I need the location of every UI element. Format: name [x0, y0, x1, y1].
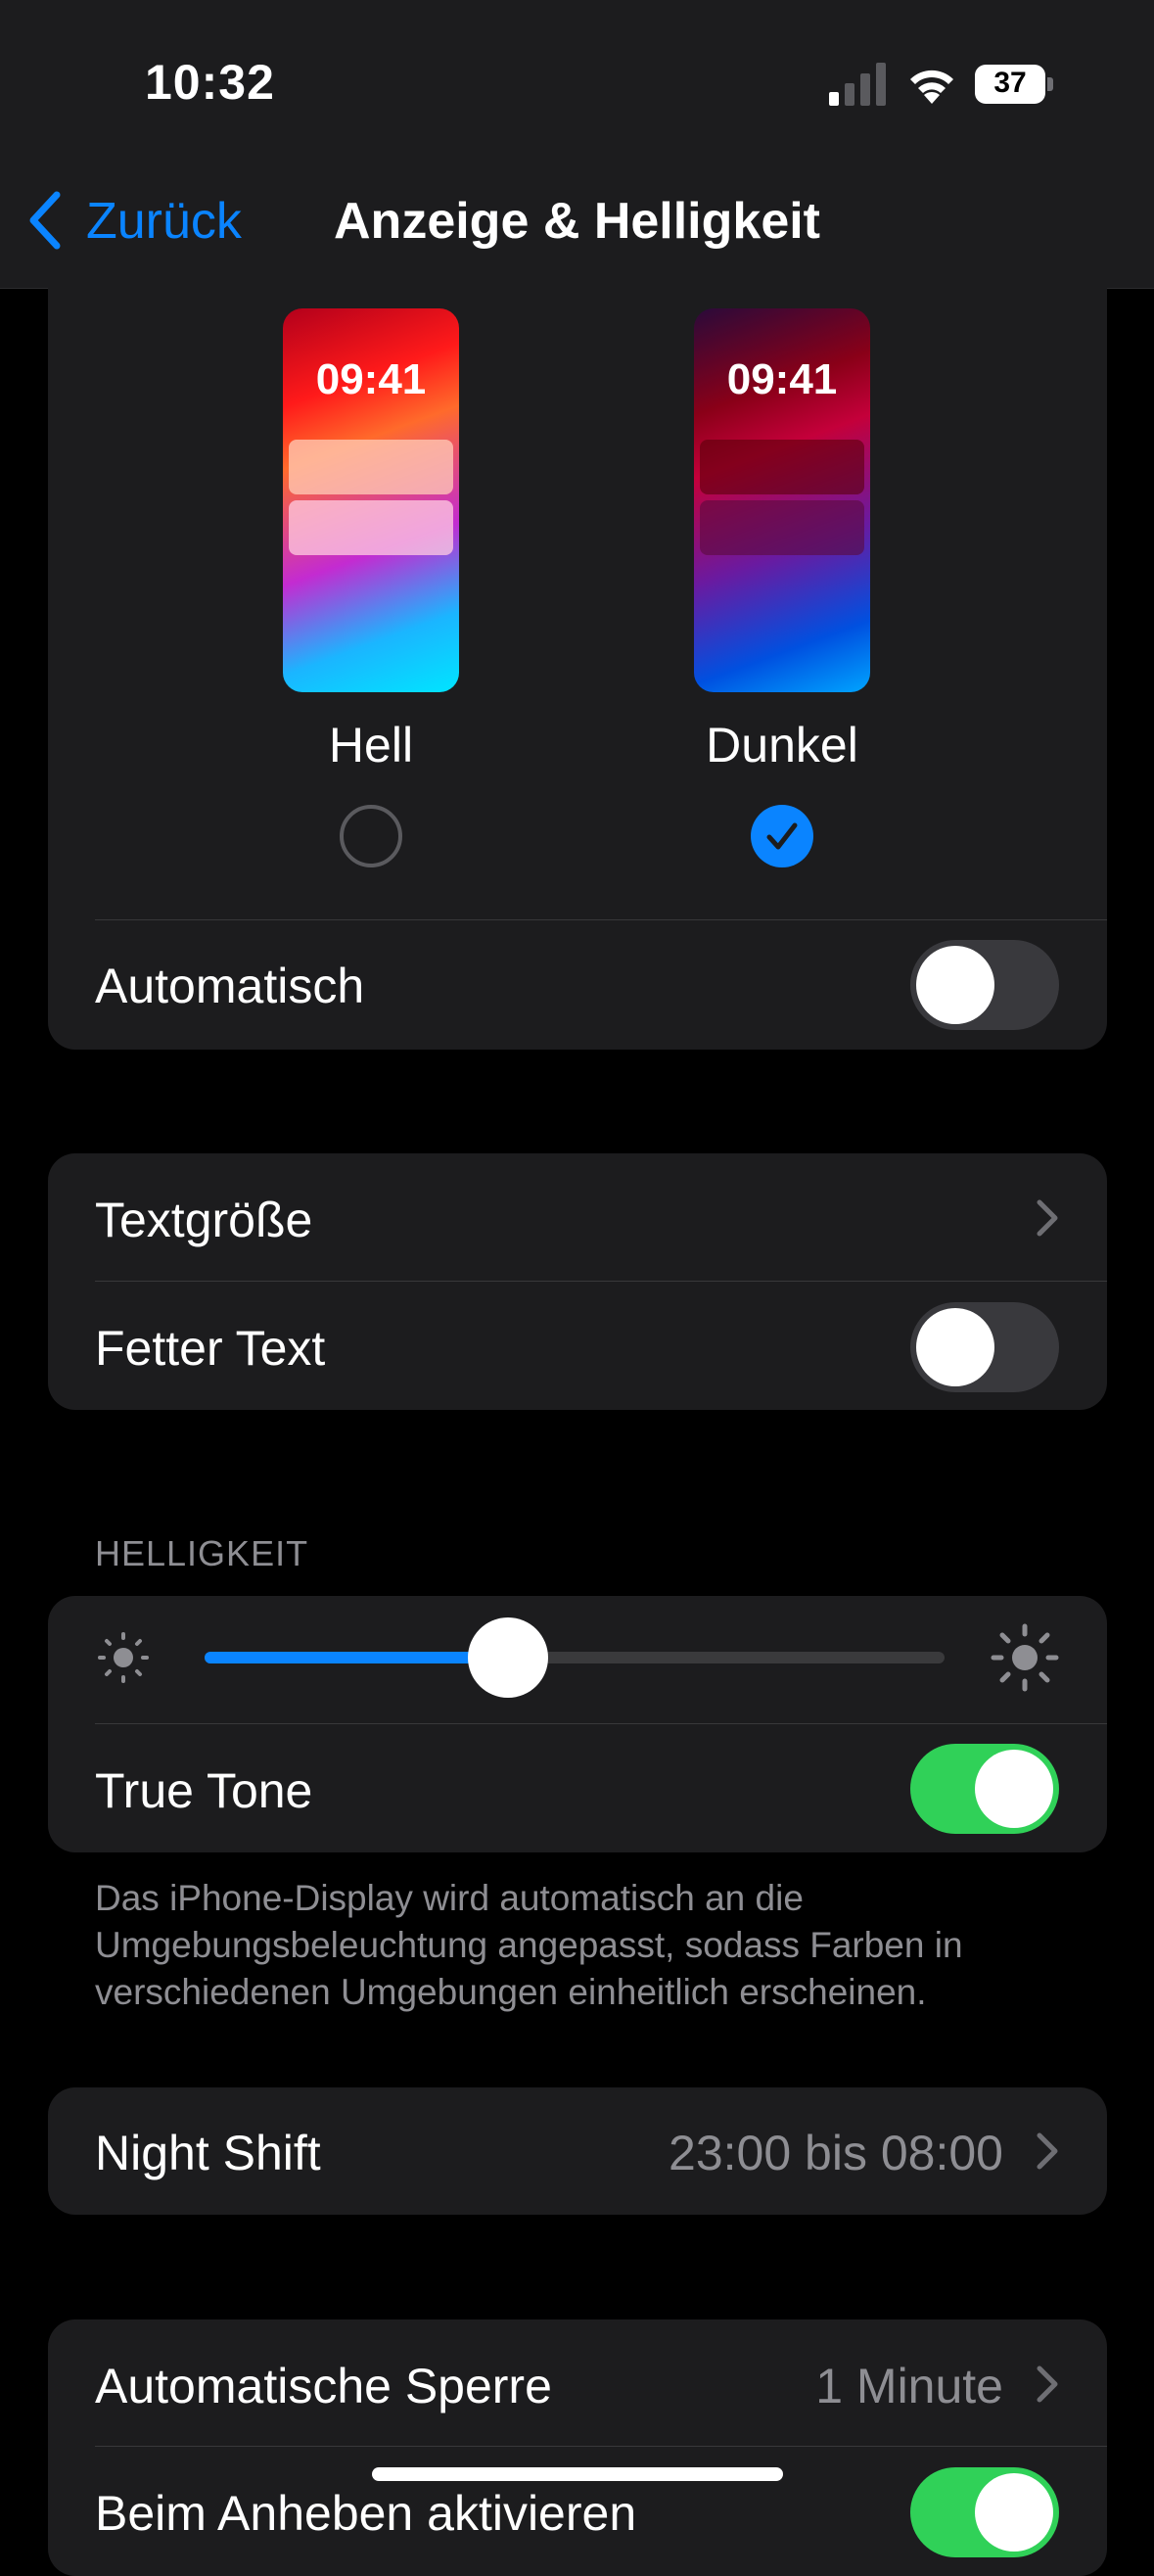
bold-text-toggle[interactable]	[910, 1302, 1059, 1392]
status-time: 10:32	[145, 55, 275, 110]
page-title: Anzeige & Helligkeit	[334, 193, 820, 250]
true-tone-label: True Tone	[95, 1763, 313, 1818]
battery-level: 37	[993, 67, 1027, 99]
home-indicator[interactable]	[372, 2467, 783, 2481]
light-preview-time: 09:41	[315, 355, 427, 403]
toggle-knob	[916, 946, 994, 1024]
light-mode-label: Hell	[328, 718, 414, 773]
dark-preview-widget	[700, 440, 864, 494]
brightness-section-header: HELLIGKEIT	[95, 1533, 309, 1573]
appearance-card	[48, 288, 1107, 1050]
dark-preview-time: 09:41	[726, 355, 838, 403]
light-preview-widget	[289, 500, 453, 555]
raise-to-wake-label: Beim Anheben aktivieren	[95, 2486, 637, 2541]
true-tone-toggle[interactable]	[910, 1744, 1059, 1834]
toggle-knob	[975, 1750, 1053, 1828]
light-mode-preview[interactable]: 09:41	[283, 308, 459, 692]
divider	[95, 919, 1107, 920]
cellular-signal-icon	[829, 63, 886, 106]
brightness-fill	[205, 1652, 508, 1663]
bold-text-label: Fetter Text	[95, 1321, 326, 1376]
wifi-icon	[910, 70, 953, 104]
divider	[95, 1723, 1107, 1724]
divider	[95, 1281, 1107, 1282]
text-size-row[interactable]: Textgröße	[95, 1192, 312, 1248]
dark-preview-widget	[700, 500, 864, 555]
chevron-right-icon	[1037, 2365, 1058, 2403]
dark-mode-preview[interactable]: 09:41	[694, 308, 870, 692]
checkmark-icon	[766, 822, 798, 850]
auto-lock-row[interactable]: Automatische Sperre	[95, 2358, 552, 2414]
automatic-label: Automatisch	[95, 959, 365, 1013]
toggle-knob	[916, 1308, 994, 1386]
light-preview-widget	[289, 440, 453, 494]
true-tone-footnote: Das iPhone-Display wird automatisch an d…	[95, 1878, 963, 2012]
light-mode-radio[interactable]	[340, 805, 402, 867]
night-shift-label: Night Shift	[95, 2126, 321, 2180]
chevron-right-icon	[1037, 2132, 1058, 2170]
sun-large-icon	[991, 1623, 1059, 1692]
raise-to-wake-toggle[interactable]	[910, 2467, 1059, 2557]
brightness-slider-thumb[interactable]	[467, 1617, 548, 1698]
automatic-toggle[interactable]	[910, 940, 1059, 1030]
chevron-right-icon	[1037, 1199, 1058, 1237]
battery-icon: 37	[975, 65, 1053, 104]
night-shift-value: 23:00 bis 08:00	[669, 2126, 1003, 2180]
toggle-knob	[975, 2473, 1053, 2552]
divider	[95, 2446, 1107, 2447]
dark-mode-radio[interactable]	[751, 805, 813, 867]
sun-small-icon	[98, 1632, 149, 1683]
dark-mode-label: Dunkel	[706, 718, 858, 773]
auto-lock-value: 1 Minute	[815, 2359, 1003, 2413]
